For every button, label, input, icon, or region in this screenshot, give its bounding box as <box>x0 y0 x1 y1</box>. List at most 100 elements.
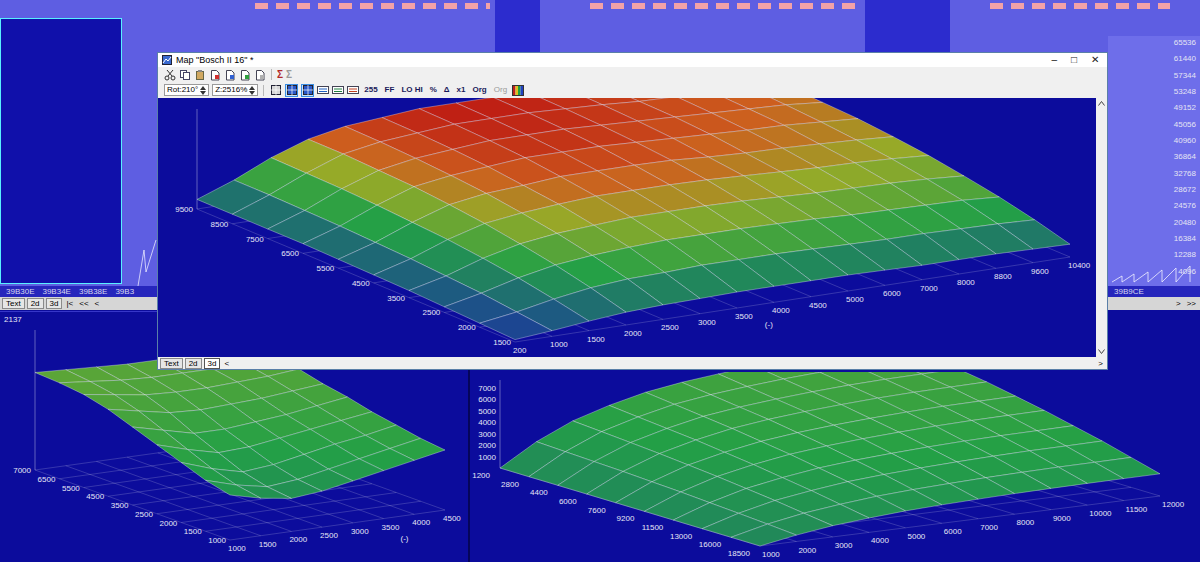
table-format-icon[interactable] <box>347 85 359 95</box>
toolbar-button[interactable]: FF <box>383 85 397 95</box>
toolbar-button[interactable]: % <box>428 85 439 95</box>
nav-button[interactable]: << <box>77 299 90 308</box>
scroll-right-button[interactable]: > <box>1096 359 1105 368</box>
map-3d-plot[interactable]: 9500850075006500550045003500250020001500… <box>158 98 1096 357</box>
z-axis-label: 5000 <box>478 407 496 416</box>
map-body: 9500850075006500550045003500250020001500… <box>158 98 1107 357</box>
title-bar[interactable]: Map "Bosch II 16" * –□✕ <box>158 53 1107 67</box>
axis-label: 1000 <box>228 544 246 553</box>
document-icon[interactable] <box>224 69 236 81</box>
vertical-scrollbar[interactable] <box>1096 98 1107 357</box>
marker-strip <box>255 3 490 9</box>
horizontal-scrollbar[interactable] <box>233 359 1094 367</box>
window-control-button[interactable]: ✕ <box>1091 54 1099 66</box>
axis-label: 1500 <box>259 540 277 549</box>
view-tab[interactable]: 3d <box>204 358 221 369</box>
surface <box>197 98 1070 340</box>
grid-view-icon[interactable] <box>287 85 297 95</box>
table-format-icon[interactable] <box>332 85 344 95</box>
scale-label: 57344 <box>1174 71 1196 80</box>
view-tab[interactable]: 2d <box>27 298 44 309</box>
view-field[interactable]: Rot:210° <box>164 84 209 96</box>
view-field[interactable]: Z:2516% <box>212 84 258 96</box>
axis-label: 6000 <box>883 289 901 298</box>
toolbar-button[interactable]: Org <box>492 85 509 95</box>
sum-button[interactable]: Σ <box>277 69 283 80</box>
axis-label: 7000 <box>13 466 31 475</box>
window-control-button[interactable]: – <box>1051 54 1057 66</box>
axis-label: 7000 <box>920 284 938 293</box>
value-scale: 6553661440573445324849152450564096036864… <box>1140 38 1196 276</box>
axis-label: 10400 <box>1068 261 1091 270</box>
hex-address: 39B38E <box>79 287 107 296</box>
axis-label: 4400 <box>530 488 548 497</box>
paste-icon[interactable] <box>194 69 206 81</box>
view-tab[interactable]: Text <box>2 298 25 309</box>
axis-label: 5500 <box>62 484 80 493</box>
address-bar: 39B30E39B34E39B38E39B3 <box>0 286 157 297</box>
axis-label: 7600 <box>588 506 606 515</box>
view-tab[interactable]: 3d <box>46 298 63 309</box>
axis-label: 3000 <box>351 527 369 536</box>
axis-label: 2000 <box>289 535 307 544</box>
hex-graph-line <box>122 200 157 286</box>
scroll-down-icon[interactable] <box>1098 349 1105 354</box>
axis-label: 5000 <box>908 532 926 541</box>
z-axis-label: 3000 <box>478 430 496 439</box>
surface-chart: 7000600050004000300020001000120028004400… <box>470 372 1200 562</box>
view-tab[interactable]: Text <box>160 358 183 369</box>
sum-button[interactable]: Σ <box>286 69 292 80</box>
floor-grid <box>35 440 445 540</box>
view-toggle[interactable] <box>269 84 282 97</box>
scale-label: 36864 <box>1174 152 1196 161</box>
surface-cell <box>480 312 552 340</box>
scale-label: 49152 <box>1174 103 1196 112</box>
nav-button[interactable]: |< <box>64 299 75 308</box>
axis-label: 4500 <box>86 492 104 501</box>
grid-view-icon[interactable] <box>303 85 313 95</box>
toolbar-button[interactable]: LO HI <box>399 85 424 95</box>
selection-box[interactable] <box>0 18 122 284</box>
table-format-icon[interactable] <box>317 85 329 95</box>
z-axis-label: 6000 <box>478 395 496 404</box>
view-toggle[interactable] <box>301 84 314 97</box>
axis-label: 5000 <box>846 295 864 304</box>
toolbar-button[interactable]: x1 <box>455 85 468 95</box>
scale-label: 45056 <box>1174 120 1196 129</box>
map-window[interactable]: Map "Bosch II 16" * –□✕ ΣΣ Rot:210°Z:251… <box>157 52 1108 370</box>
field-value[interactable]: Rot:210° <box>167 85 198 95</box>
grid-view-icon[interactable] <box>271 85 281 95</box>
field-value[interactable]: Z:2516% <box>215 85 247 95</box>
axis-label: 3000 <box>835 541 853 550</box>
axis-label: 8800 <box>994 272 1012 281</box>
axis-label: 2000 <box>624 329 642 338</box>
toolbar-button[interactable]: Org <box>471 85 489 95</box>
nav-button[interactable]: >> <box>1185 299 1198 308</box>
view-tab[interactable]: 2d <box>185 358 202 369</box>
nav-button[interactable]: > <box>1174 299 1183 308</box>
toolbar-button[interactable]: Δ <box>442 85 452 95</box>
hex-address: 39B3 <box>115 287 134 296</box>
nav-button[interactable]: < <box>93 299 102 308</box>
color-palette-icon[interactable] <box>512 85 524 96</box>
axis-label: 8000 <box>1017 518 1035 527</box>
spinner-icon[interactable] <box>200 86 206 95</box>
toolbar-button[interactable]: 255 <box>362 85 379 95</box>
document-icon[interactable] <box>239 69 251 81</box>
z-axis-label: 2000 <box>478 441 496 450</box>
lower-right-map-window[interactable]: 7000600050004000300020001000120028004400… <box>470 372 1200 562</box>
scroll-up-icon[interactable] <box>1098 101 1105 106</box>
cut-icon[interactable] <box>164 69 176 81</box>
copy-icon[interactable] <box>179 69 191 81</box>
window-control-button[interactable]: □ <box>1071 54 1077 66</box>
scale-label: 24576 <box>1174 201 1196 210</box>
scroll-left-button[interactable]: < <box>222 359 231 368</box>
spinner-icon[interactable] <box>249 86 255 95</box>
document-icon[interactable] <box>254 69 266 81</box>
axis-label: 4500 <box>352 279 370 288</box>
surface-cell <box>59 382 114 395</box>
axis-label: 2500 <box>320 531 338 540</box>
document-icon[interactable] <box>209 69 221 81</box>
view-tab-bar: >>> <box>1108 297 1200 310</box>
view-toggle[interactable] <box>285 84 298 97</box>
